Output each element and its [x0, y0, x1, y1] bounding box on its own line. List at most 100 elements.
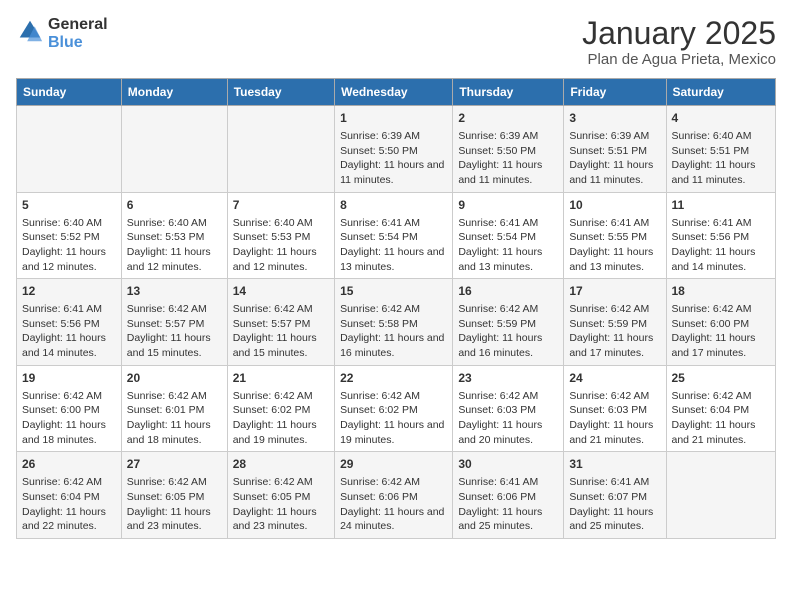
day-info: Daylight: 11 hours and 19 minutes. — [233, 418, 329, 447]
day-info: Daylight: 11 hours and 11 minutes. — [672, 158, 771, 187]
calendar-cell: 5Sunrise: 6:40 AMSunset: 5:52 PMDaylight… — [17, 192, 122, 279]
day-info: Sunrise: 6:40 AM — [672, 129, 771, 144]
day-info: Sunset: 6:04 PM — [672, 403, 771, 418]
calendar-week-row: 26Sunrise: 6:42 AMSunset: 6:04 PMDayligh… — [17, 452, 776, 539]
day-info: Sunset: 5:52 PM — [22, 230, 116, 245]
calendar-header-row: SundayMondayTuesdayWednesdayThursdayFrid… — [17, 79, 776, 106]
day-info: Daylight: 11 hours and 13 minutes. — [458, 245, 558, 274]
calendar-cell: 19Sunrise: 6:42 AMSunset: 6:00 PMDayligh… — [17, 365, 122, 452]
day-number: 29 — [340, 456, 447, 473]
logo-blue: Blue — [48, 34, 108, 52]
day-number: 11 — [672, 197, 771, 214]
day-info: Daylight: 11 hours and 12 minutes. — [127, 245, 222, 274]
day-number: 20 — [127, 370, 222, 387]
day-number: 17 — [569, 283, 660, 300]
calendar-cell: 23Sunrise: 6:42 AMSunset: 6:03 PMDayligh… — [453, 365, 564, 452]
logo-icon — [16, 17, 44, 45]
header-wednesday: Wednesday — [335, 79, 453, 106]
day-info: Sunset: 5:50 PM — [458, 144, 558, 159]
day-info: Sunset: 5:57 PM — [127, 317, 222, 332]
calendar-cell: 18Sunrise: 6:42 AMSunset: 6:00 PMDayligh… — [666, 279, 776, 366]
day-info: Sunrise: 6:41 AM — [458, 216, 558, 231]
logo: General Blue — [16, 16, 108, 51]
day-info: Sunset: 5:50 PM — [340, 144, 447, 159]
calendar-cell: 20Sunrise: 6:42 AMSunset: 6:01 PMDayligh… — [121, 365, 227, 452]
day-info: Sunset: 5:51 PM — [672, 144, 771, 159]
day-info: Sunset: 6:03 PM — [569, 403, 660, 418]
calendar-cell: 7Sunrise: 6:40 AMSunset: 5:53 PMDaylight… — [227, 192, 334, 279]
day-info: Sunrise: 6:41 AM — [22, 302, 116, 317]
calendar-cell: 17Sunrise: 6:42 AMSunset: 5:59 PMDayligh… — [564, 279, 666, 366]
calendar-cell: 16Sunrise: 6:42 AMSunset: 5:59 PMDayligh… — [453, 279, 564, 366]
calendar-cell: 24Sunrise: 6:42 AMSunset: 6:03 PMDayligh… — [564, 365, 666, 452]
day-info: Sunrise: 6:42 AM — [127, 302, 222, 317]
day-number: 8 — [340, 197, 447, 214]
calendar-cell: 9 Sunrise: 6:41 AMSunset: 5:54 PMDaylight… — [453, 192, 564, 279]
day-info: Sunset: 6:03 PM — [458, 403, 558, 418]
day-info: Sunset: 6:06 PM — [458, 490, 558, 505]
day-info: Daylight: 11 hours and 19 minutes. — [340, 418, 447, 447]
day-info: Sunrise: 6:42 AM — [233, 475, 329, 490]
day-info: Sunset: 5:59 PM — [569, 317, 660, 332]
calendar-cell: 4 Sunrise: 6:40 AMSunset: 5:51 PMDaylight… — [666, 106, 776, 193]
day-number: 9 — [458, 197, 558, 214]
day-number: 12 — [22, 283, 116, 300]
day-number: 22 — [340, 370, 447, 387]
calendar-week-row: 1Sunrise: 6:39 AMSunset: 5:50 PMDaylight… — [17, 106, 776, 193]
day-info: Sunrise: 6:40 AM — [22, 216, 116, 231]
day-number: 1 — [340, 110, 447, 127]
calendar-cell — [227, 106, 334, 193]
day-info: Sunset: 5:53 PM — [127, 230, 222, 245]
day-info: Sunrise: 6:42 AM — [233, 302, 329, 317]
day-number: 21 — [233, 370, 329, 387]
day-info: Sunrise: 6:39 AM — [340, 129, 447, 144]
page-header: General Blue January 2025 Plan de Agua P… — [16, 16, 776, 68]
calendar-cell: 21Sunrise: 6:42 AMSunset: 6:02 PMDayligh… — [227, 365, 334, 452]
day-info: Daylight: 11 hours and 14 minutes. — [672, 245, 771, 274]
day-info: Sunrise: 6:41 AM — [569, 216, 660, 231]
day-info: Sunset: 6:05 PM — [233, 490, 329, 505]
day-info: Sunrise: 6:41 AM — [672, 216, 771, 231]
day-number: 23 — [458, 370, 558, 387]
calendar-cell: 13Sunrise: 6:42 AMSunset: 5:57 PMDayligh… — [121, 279, 227, 366]
day-number: 16 — [458, 283, 558, 300]
day-info: Sunset: 6:04 PM — [22, 490, 116, 505]
day-number: 18 — [672, 283, 771, 300]
day-info: Sunrise: 6:42 AM — [340, 389, 447, 404]
day-info: Daylight: 11 hours and 12 minutes. — [233, 245, 329, 274]
day-info: Daylight: 11 hours and 12 minutes. — [22, 245, 116, 274]
day-info: Daylight: 11 hours and 16 minutes. — [458, 331, 558, 360]
day-info: Sunset: 6:01 PM — [127, 403, 222, 418]
day-info: Sunrise: 6:39 AM — [569, 129, 660, 144]
calendar-cell: 14Sunrise: 6:42 AMSunset: 5:57 PMDayligh… — [227, 279, 334, 366]
day-info: Sunset: 5:55 PM — [569, 230, 660, 245]
calendar-week-row: 12Sunrise: 6:41 AMSunset: 5:56 PMDayligh… — [17, 279, 776, 366]
day-info: Sunset: 5:53 PM — [233, 230, 329, 245]
day-info: Daylight: 11 hours and 23 minutes. — [233, 505, 329, 534]
header-friday: Friday — [564, 79, 666, 106]
day-info: Sunset: 5:54 PM — [458, 230, 558, 245]
day-info: Daylight: 11 hours and 23 minutes. — [127, 505, 222, 534]
day-info: Daylight: 11 hours and 11 minutes. — [340, 158, 447, 187]
day-info: Daylight: 11 hours and 11 minutes. — [458, 158, 558, 187]
day-info: Daylight: 11 hours and 18 minutes. — [22, 418, 116, 447]
day-info: Sunrise: 6:41 AM — [458, 475, 558, 490]
calendar-cell: 6Sunrise: 6:40 AMSunset: 5:53 PMDaylight… — [121, 192, 227, 279]
calendar-week-row: 19Sunrise: 6:42 AMSunset: 6:00 PMDayligh… — [17, 365, 776, 452]
calendar-cell: 22Sunrise: 6:42 AMSunset: 6:02 PMDayligh… — [335, 365, 453, 452]
day-info: Daylight: 11 hours and 14 minutes. — [22, 331, 116, 360]
day-info: Daylight: 11 hours and 15 minutes. — [233, 331, 329, 360]
calendar-cell: 26Sunrise: 6:42 AMSunset: 6:04 PMDayligh… — [17, 452, 122, 539]
calendar-cell — [17, 106, 122, 193]
header-monday: Monday — [121, 79, 227, 106]
day-info: Sunrise: 6:42 AM — [569, 389, 660, 404]
day-info: Sunrise: 6:42 AM — [22, 475, 116, 490]
calendar-cell: 11Sunrise: 6:41 AMSunset: 5:56 PMDayligh… — [666, 192, 776, 279]
calendar-cell — [121, 106, 227, 193]
day-number: 19 — [22, 370, 116, 387]
day-number: 14 — [233, 283, 329, 300]
day-number: 4 — [672, 110, 771, 127]
page-subtitle: Plan de Agua Prieta, Mexico — [582, 51, 776, 68]
calendar-cell: 27Sunrise: 6:42 AMSunset: 6:05 PMDayligh… — [121, 452, 227, 539]
day-info: Daylight: 11 hours and 15 minutes. — [127, 331, 222, 360]
